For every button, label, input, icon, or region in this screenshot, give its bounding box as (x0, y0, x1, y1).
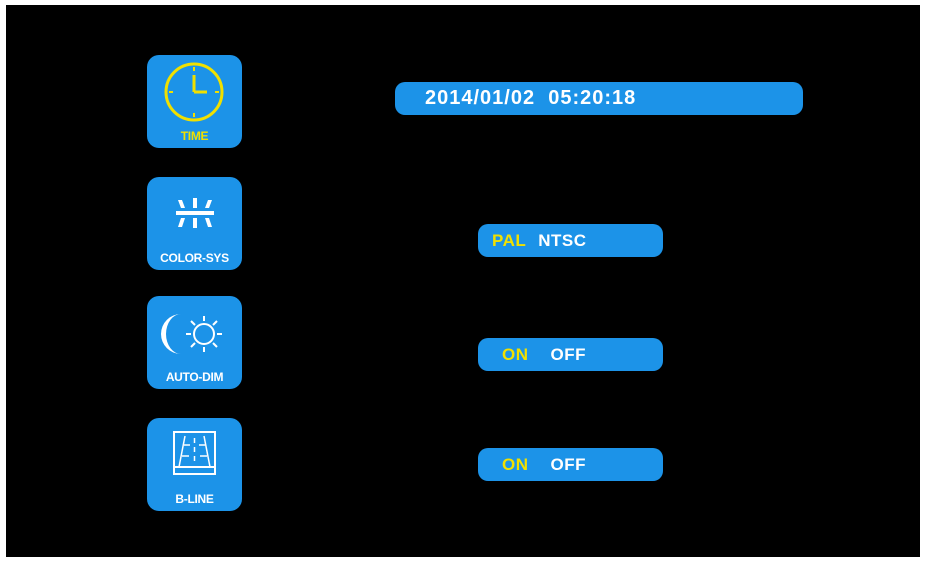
color-sys-selector[interactable]: PAL NTSC (478, 224, 663, 257)
auto-dim-menu-button[interactable]: AUTO-DIM (147, 296, 242, 389)
datetime-field[interactable]: 2014/01/02 05:20:18 (395, 82, 803, 115)
datetime-value: 2014/01/02 05:20:18 (425, 87, 637, 109)
osd-screen: TIME COLOR-SYS AUTO-DIM B-LINE 2014/01/0… (6, 5, 920, 557)
pal-option[interactable]: PAL (492, 231, 526, 251)
b-line-menu-button[interactable]: B-LINE (147, 418, 242, 511)
b-line-label: B-LINE (175, 492, 214, 506)
auto-dim-on-option[interactable]: ON (502, 345, 529, 365)
time-menu-button[interactable]: TIME (147, 55, 242, 148)
color-sys-label: COLOR-SYS (160, 251, 229, 265)
b-line-off-option[interactable]: OFF (551, 455, 587, 475)
time-label: TIME (180, 129, 209, 143)
b-line-toggle[interactable]: ON OFF (478, 448, 663, 481)
b-line-on-option[interactable]: ON (502, 455, 529, 475)
auto-dim-toggle[interactable]: ON OFF (478, 338, 663, 371)
auto-dim-off-option[interactable]: OFF (551, 345, 587, 365)
color-sys-menu-button[interactable]: COLOR-SYS (147, 177, 242, 270)
auto-dim-label: AUTO-DIM (165, 370, 224, 384)
ntsc-option[interactable]: NTSC (538, 231, 586, 251)
